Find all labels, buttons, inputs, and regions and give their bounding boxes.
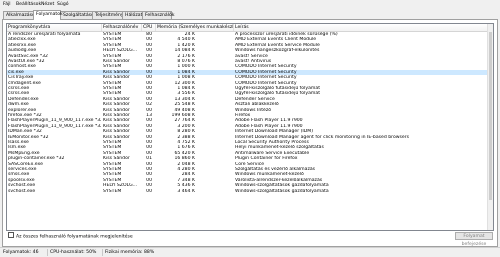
show-all-users-checkbox[interactable] (8, 232, 14, 238)
column-header-user-name[interactable]: Felhasználónév (102, 24, 142, 31)
column-header-cpu[interactable]: CPU (142, 24, 156, 31)
cell-description: Windows-szolgáltatások gazdafolyamata (235, 188, 329, 194)
processes-panel: Programkönyvtára Felhasználónév CPU Memó… (2, 19, 498, 247)
tab-processes[interactable]: Folyamatok (33, 10, 63, 20)
menu-options[interactable]: Beállítások (16, 2, 41, 7)
column-header-image-name[interactable]: Programkönyvtára (7, 24, 102, 31)
menu-help[interactable]: Súgó (57, 2, 69, 7)
show-all-users-label: Az összes felhasználó folyamatának megje… (16, 234, 133, 240)
status-separator (47, 249, 48, 256)
show-all-users-option[interactable]: Az összes felhasználó folyamatának megje… (8, 232, 133, 240)
column-header-description[interactable]: Leírás (234, 24, 488, 31)
cell-image-name: svchost.exe (8, 188, 36, 194)
table-row[interactable]: svchost.exe SYSTEM 00 3 464 K Windows-szolgá… (7, 189, 493, 194)
menu-bar: Fájl Beállítások Nézet Súgó (0, 0, 500, 9)
status-process-count: Folyamatok: 46 (3, 250, 39, 255)
vertical-scrollbar[interactable] (487, 24, 493, 230)
tab-performance[interactable]: Teljesítmény (92, 11, 124, 19)
cell-user-name: SYSTEM (103, 188, 122, 194)
menu-view[interactable]: Nézet (41, 2, 54, 7)
tab-applications[interactable]: Alkalmazások (3, 11, 37, 19)
cell-cpu: 00 (146, 188, 152, 194)
status-memory-usage: Fizikai memória: 88% (105, 250, 155, 255)
end-process-button[interactable]: Folyamat befejezése (455, 232, 493, 247)
tab-network[interactable]: Hálózat (122, 11, 143, 19)
menu-file[interactable]: Fájl (3, 2, 11, 7)
tab-services[interactable]: Szolgáltatások (60, 11, 97, 19)
tab-users[interactable]: Felhasználók (142, 11, 175, 19)
cell-memory: 3 464 K (177, 188, 195, 194)
process-list-header: Programkönyvtára Felhasználónév CPU Memó… (7, 24, 493, 32)
scrollbar-thumb[interactable] (489, 32, 492, 200)
column-header-memory[interactable]: Memória (Személyes munkakészlet) (156, 24, 234, 31)
status-separator (102, 249, 103, 256)
process-list[interactable]: Programkönyvtára Felhasználónév CPU Memó… (6, 23, 494, 231)
status-cpu-usage: CPU-használat: 50% (50, 250, 97, 255)
